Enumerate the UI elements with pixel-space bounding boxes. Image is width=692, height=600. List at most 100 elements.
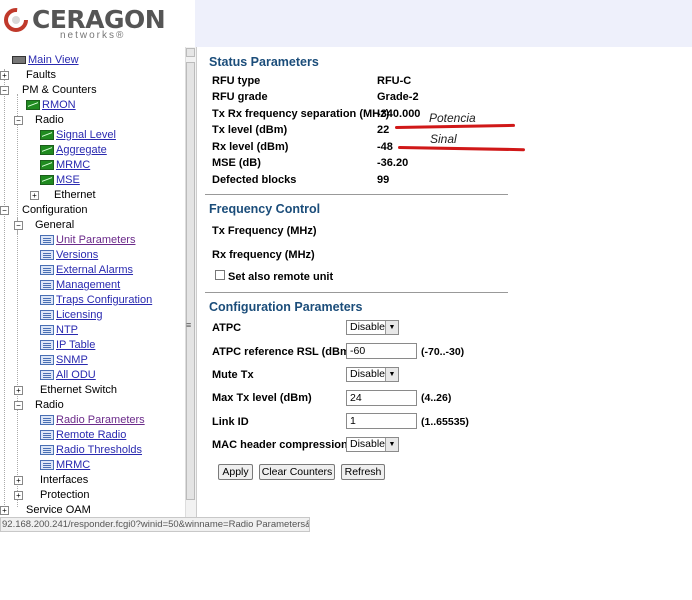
tree-label[interactable]: Versions (56, 248, 98, 263)
tree-item-mrmc[interactable]: MRMC (0, 158, 185, 173)
tree-label[interactable]: MSE (56, 173, 80, 188)
tree-label[interactable]: General (35, 218, 74, 233)
navigation-tree: Main View + Faults − PM & Counters RMON … (0, 53, 185, 517)
expand-icon[interactable]: + (14, 386, 23, 395)
tree-label[interactable]: Traps Configuration (56, 293, 152, 308)
tree-label[interactable]: Service OAM (26, 503, 91, 517)
expand-icon[interactable]: + (0, 506, 9, 515)
collapse-icon[interactable]: − (0, 206, 9, 215)
tree-label[interactable]: Ethernet (54, 188, 96, 203)
max-tx-input[interactable]: 24 (346, 390, 417, 406)
tree-label[interactable]: MRMC (56, 458, 90, 473)
collapse-icon[interactable]: − (0, 86, 9, 95)
brand-subtitle: networks® (60, 30, 126, 41)
splitter-grip-icon[interactable]: ≡ (186, 320, 191, 330)
tree-label[interactable]: Interfaces (40, 473, 88, 488)
tree-item-all-odu[interactable]: All ODU (0, 368, 185, 383)
tree-label[interactable]: IP Table (56, 338, 95, 353)
tree-item-ethernet[interactable]: + Ethernet (0, 188, 185, 203)
tree-label[interactable]: PM & Counters (22, 83, 97, 98)
tree-item-licensing[interactable]: Licensing (0, 308, 185, 323)
tree-item-versions[interactable]: Versions (0, 248, 185, 263)
tree-item-traps-configuration[interactable]: Traps Configuration (0, 293, 185, 308)
atpc-reference-label: ATPC reference RSL (dBm) (212, 346, 354, 358)
tree-label[interactable]: Licensing (56, 308, 102, 323)
browser-status-bar: 92.168.200.241/responder.fcgi0?winid=50&… (0, 517, 310, 532)
collapse-icon[interactable]: − (14, 116, 23, 125)
tree-label[interactable]: Main View (28, 53, 79, 68)
tree-item-external-alarms[interactable]: External Alarms (0, 263, 185, 278)
tree-item-general[interactable]: − General (0, 218, 185, 233)
tree-label[interactable]: Faults (26, 68, 56, 83)
main-content: Status Parameters RFU type RFU-C RFU gra… (205, 47, 692, 517)
tree-label[interactable]: Management (56, 278, 120, 293)
chevron-down-icon[interactable]: ▼ (385, 438, 398, 451)
expand-icon[interactable]: + (14, 476, 23, 485)
tree-label[interactable]: Remote Radio (56, 428, 126, 443)
expand-icon[interactable]: + (30, 191, 39, 200)
tree-item-service-oam[interactable]: + Service OAM (0, 503, 185, 517)
expand-icon[interactable]: + (14, 491, 23, 500)
pane-splitter[interactable] (196, 47, 197, 517)
tree-item-faults[interactable]: + Faults (0, 68, 185, 83)
tree-label[interactable]: Radio Thresholds (56, 443, 142, 458)
scroll-up-icon[interactable] (186, 48, 195, 57)
tree-item-rmon[interactable]: RMON (0, 98, 185, 113)
tree-label[interactable]: Radio (35, 113, 64, 128)
tree-item-radio-parameters[interactable]: Radio Parameters (0, 413, 185, 428)
tree-item-mrmc-config[interactable]: MRMC (0, 458, 185, 473)
tree-label[interactable]: RMON (42, 98, 76, 113)
tree-item-radio[interactable]: − Radio (0, 113, 185, 128)
tree-item-signal-level[interactable]: Signal Level (0, 128, 185, 143)
tree-label[interactable]: All ODU (56, 368, 96, 383)
tree-item-main-view[interactable]: Main View (0, 53, 185, 68)
status-row-value: -48 (377, 141, 393, 153)
tree-item-unit-parameters[interactable]: Unit Parameters (0, 233, 185, 248)
tree-label[interactable]: Protection (40, 488, 90, 503)
link-id-input[interactable]: 1 (346, 413, 417, 429)
mac-compression-select[interactable]: Disable ▼ (346, 437, 399, 452)
tree-item-pm-counters[interactable]: − PM & Counters (0, 83, 185, 98)
tree-item-configuration[interactable]: − Configuration (0, 203, 185, 218)
tree-label[interactable]: Radio (35, 398, 64, 413)
page-icon (40, 445, 54, 455)
tree-item-management[interactable]: Management (0, 278, 185, 293)
tree-label[interactable]: Unit Parameters (56, 233, 135, 248)
tree-item-snmp[interactable]: SNMP (0, 353, 185, 368)
tree-item-interfaces[interactable]: + Interfaces (0, 473, 185, 488)
tree-item-ethernet-switch[interactable]: + Ethernet Switch (0, 383, 185, 398)
collapse-icon[interactable]: − (14, 221, 23, 230)
tree-item-radio-config[interactable]: − Radio (0, 398, 185, 413)
tree-label[interactable]: SNMP (56, 353, 88, 368)
tree-item-ip-table[interactable]: IP Table (0, 338, 185, 353)
apply-button[interactable]: Apply (218, 464, 253, 480)
tree-item-protection[interactable]: + Protection (0, 488, 185, 503)
tree-label[interactable]: Configuration (22, 203, 87, 218)
tree-item-radio-thresholds[interactable]: Radio Thresholds (0, 443, 185, 458)
tree-label[interactable]: Signal Level (56, 128, 116, 143)
atpc-reference-input[interactable]: -60 (346, 343, 417, 359)
tree-label[interactable]: Ethernet Switch (40, 383, 117, 398)
tree-item-remote-radio[interactable]: Remote Radio (0, 428, 185, 443)
set-remote-checkbox[interactable] (215, 270, 225, 280)
tree-label[interactable]: Aggregate (56, 143, 107, 158)
chevron-down-icon[interactable]: ▼ (385, 368, 398, 381)
tree-label[interactable]: MRMC (56, 158, 90, 173)
collapse-icon[interactable]: − (14, 401, 23, 410)
tree-item-mse[interactable]: MSE (0, 173, 185, 188)
mute-tx-select[interactable]: Disable ▼ (346, 367, 399, 382)
atpc-select-value: Disable (350, 321, 386, 333)
tree-label[interactable]: NTP (56, 323, 78, 338)
tree-item-ntp[interactable]: NTP (0, 323, 185, 338)
chart-icon (40, 130, 54, 140)
scroll-thumb[interactable] (186, 62, 195, 500)
tree-label[interactable]: Radio Parameters (56, 413, 145, 428)
tree-item-aggregate[interactable]: Aggregate (0, 143, 185, 158)
chevron-down-icon[interactable]: ▼ (385, 321, 398, 334)
expand-icon[interactable]: + (0, 71, 9, 80)
tree-label[interactable]: External Alarms (56, 263, 133, 278)
header-band (195, 0, 692, 47)
clear-counters-button[interactable]: Clear Counters (259, 464, 335, 480)
atpc-select[interactable]: Disable ▼ (346, 320, 399, 335)
refresh-button[interactable]: Refresh (341, 464, 385, 480)
